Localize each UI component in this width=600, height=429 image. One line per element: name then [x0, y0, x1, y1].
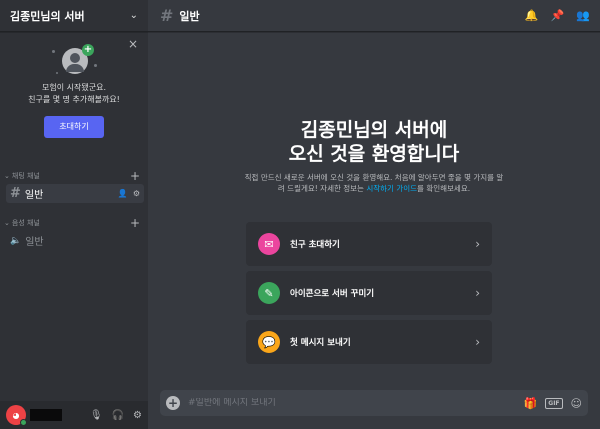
- category-voice-channels[interactable]: ⌄ 음성 채널 +: [0, 215, 148, 231]
- channel-name: 일반: [25, 237, 44, 248]
- channel-name: 일반: [24, 190, 44, 201]
- chevron-down-icon[interactable]: ⌄: [130, 10, 138, 21]
- status-online-icon: [20, 419, 27, 426]
- gif-button[interactable]: GIF: [545, 397, 563, 409]
- action-label: 친구 초대하기: [290, 240, 340, 250]
- speaker-icon: 🔈: [10, 235, 22, 246]
- invite-line-2: 친구를 몇 명 추가해볼까요!: [28, 95, 120, 104]
- user-panel: ◕ 🎙 🎧 ⚙: [0, 401, 148, 429]
- invite-button[interactable]: 초대하기: [44, 116, 104, 138]
- avatar[interactable]: ◕: [6, 405, 27, 426]
- welcome-title: 김종민님의 서버에 오신 것을 환영합니다: [148, 118, 600, 166]
- chevron-down-icon: ⌄: [4, 219, 10, 227]
- server-name: 김종민님의 서버: [10, 9, 85, 23]
- chevron-right-icon: ›: [475, 237, 480, 251]
- channel-title: 일반: [179, 9, 200, 23]
- action-label: 첫 메시지 보내기: [290, 338, 351, 348]
- category-label: 음성 채널: [11, 219, 40, 227]
- getting-started-guide-link[interactable]: 시작하기 가이드: [366, 184, 417, 193]
- chevron-down-icon: ⌄: [4, 172, 10, 180]
- message-composer: + 🎁 GIF ☺: [160, 390, 588, 416]
- add-attachment-icon[interactable]: +: [166, 396, 180, 410]
- invite-icon: ✉: [258, 233, 280, 255]
- chevron-right-icon: ›: [475, 286, 480, 300]
- channel-sidebar: 김종민님의 서버 ⌄ × + 모험이 시작됐군요. 친구를 몇 명 추가해볼까요…: [0, 0, 148, 429]
- category-label: 채팅 채널: [11, 172, 40, 180]
- microphone-icon[interactable]: 🎙: [90, 410, 103, 421]
- channel-item-general[interactable]: # 일반 👤 ⚙: [6, 184, 144, 203]
- username-redacted: [30, 409, 62, 421]
- bell-icon[interactable]: 🔔: [525, 9, 539, 22]
- main-content: # 일반 🔔 📌 👥 김종민님의 서버에 오신 것을 환영합니다 직접 만드신 …: [148, 0, 600, 429]
- gift-icon[interactable]: 🎁: [524, 397, 538, 410]
- invite-text: 모험이 시작됐군요. 친구를 몇 명 추가해볼까요!: [0, 82, 148, 106]
- add-channel-icon[interactable]: +: [130, 216, 140, 230]
- chat-icon: 💬: [258, 331, 280, 353]
- invite-card: × + 모험이 시작됐군요. 친구를 몇 명 추가해볼까요! 초대하기: [0, 32, 148, 150]
- personalize-server-action[interactable]: ✎ 아이콘으로 서버 꾸미기 ›: [246, 271, 492, 315]
- chevron-right-icon: ›: [475, 335, 480, 349]
- discord-logo-icon: ◕: [12, 410, 20, 420]
- gear-icon[interactable]: ⚙: [133, 189, 140, 198]
- category-text-channels[interactable]: ⌄ 채팅 채널 +: [0, 168, 148, 184]
- voice-channel-general[interactable]: 🔈 일반: [6, 231, 144, 250]
- brush-icon: ✎: [258, 282, 280, 304]
- welcome-title-line-2: 오신 것을 환영합니다: [288, 143, 460, 165]
- headphones-icon[interactable]: 🎧: [112, 410, 124, 421]
- members-icon[interactable]: 👥: [576, 9, 590, 22]
- send-first-message-action[interactable]: 💬 첫 메시지 보내기 ›: [246, 320, 492, 364]
- hash-icon: #: [10, 186, 21, 201]
- message-input[interactable]: [188, 398, 448, 408]
- welcome-title-line-1: 김종민님의 서버에: [300, 119, 448, 141]
- welcome-section: 김종민님의 서버에 오신 것을 환영합니다 직접 만드신 새로운 서버에 오신 …: [148, 118, 600, 194]
- channel-header: # 일반 🔔 📌 👥: [148, 0, 600, 32]
- welcome-description: 직접 만드신 새로운 서버에 오신 것을 환영해요. 처음에 알아두면 좋을 몇…: [244, 172, 504, 194]
- gear-icon[interactable]: ⚙: [133, 410, 142, 421]
- hash-icon: #: [160, 6, 174, 25]
- invite-friends-action[interactable]: ✉ 친구 초대하기 ›: [246, 222, 492, 266]
- action-label: 아이콘으로 서버 꾸미기: [290, 289, 375, 299]
- add-channel-icon[interactable]: +: [130, 169, 140, 183]
- invite-line-1: 모험이 시작됐군요.: [42, 83, 106, 92]
- add-friend-illustration-icon: +: [50, 44, 98, 78]
- close-icon[interactable]: ×: [128, 37, 138, 51]
- emoji-icon[interactable]: ☺: [571, 397, 582, 410]
- welcome-desc-tail: 를 확인해보세요.: [417, 184, 471, 193]
- add-member-icon[interactable]: 👤: [118, 189, 128, 198]
- pin-icon[interactable]: 📌: [551, 9, 565, 22]
- server-header[interactable]: 김종민님의 서버 ⌄: [0, 0, 148, 32]
